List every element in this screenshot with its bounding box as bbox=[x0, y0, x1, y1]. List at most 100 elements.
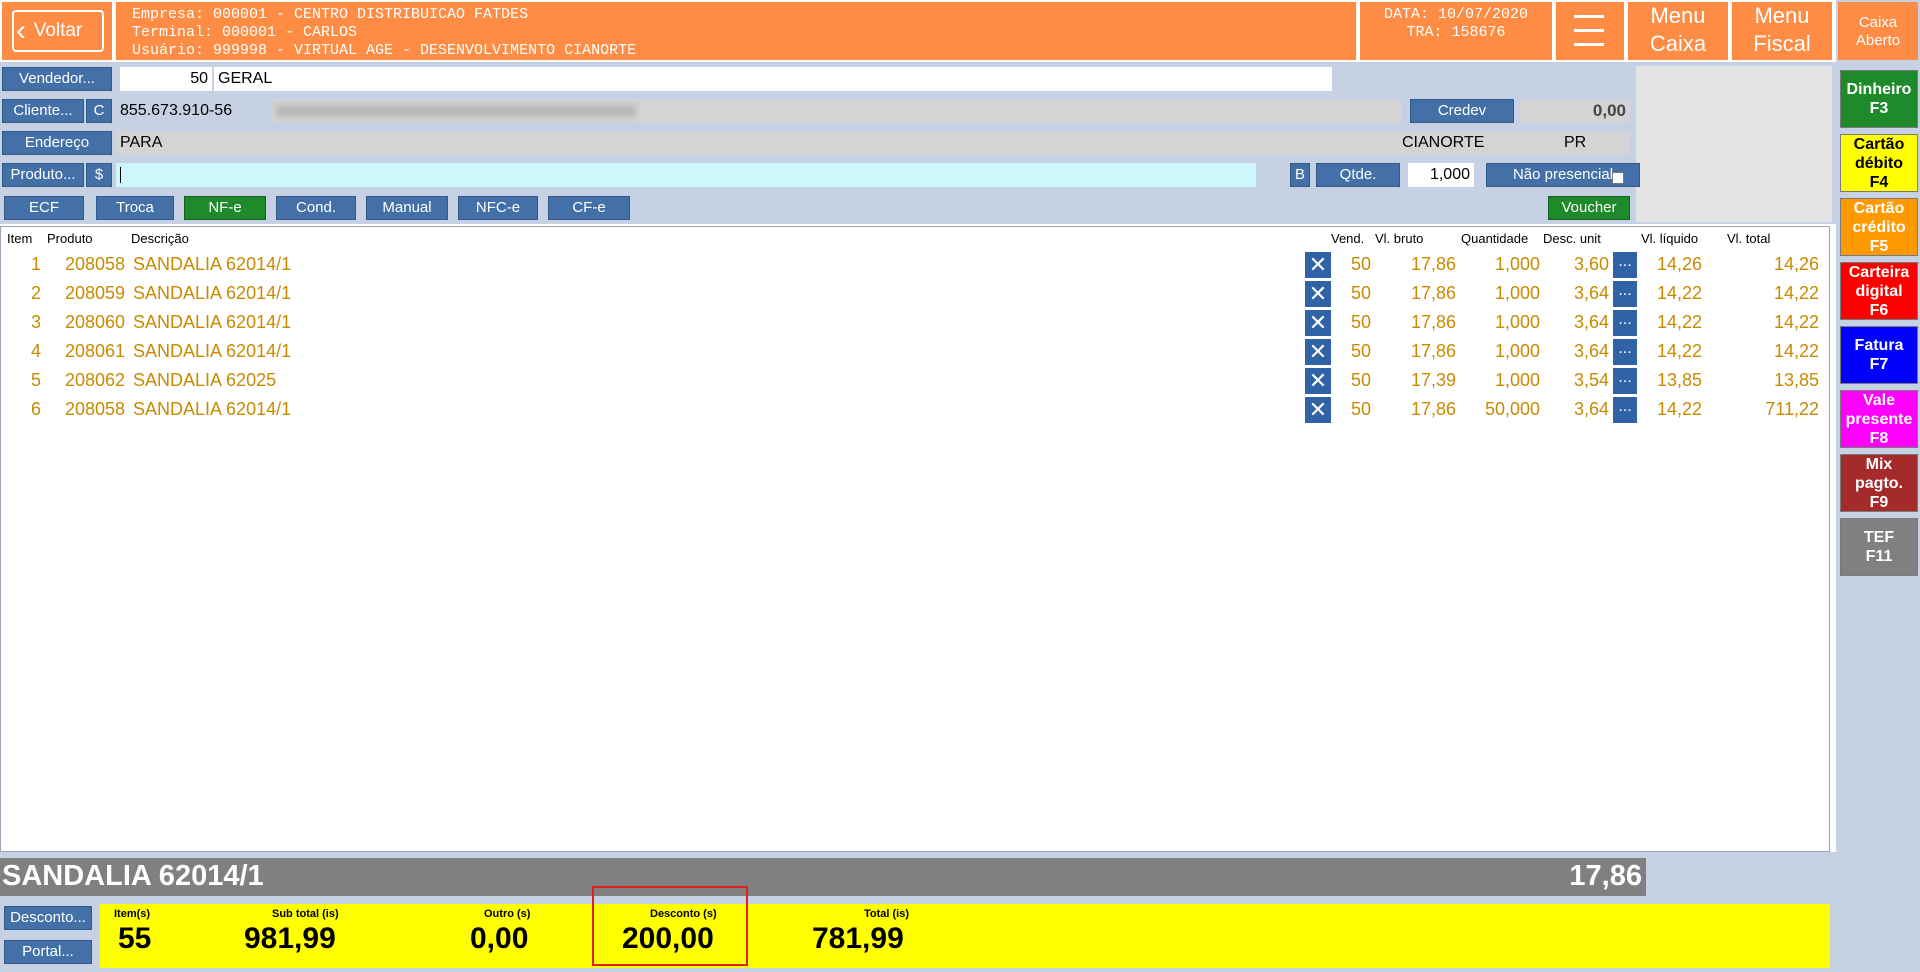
payment-button[interactable]: Carteira digital F6 bbox=[1840, 262, 1918, 320]
menu-caixa-label-1: Menu bbox=[1650, 3, 1706, 28]
item-discount-button[interactable]: ... bbox=[1613, 368, 1637, 394]
table-row[interactable]: 4 208061 SANDALIA 62014/1 50 17,86 1,000 3,64 1… bbox=[1, 338, 1831, 367]
qtde-button[interactable]: Qtde. bbox=[1316, 163, 1400, 187]
credev-button[interactable]: Credev bbox=[1410, 99, 1514, 123]
back-button-label: Voltar bbox=[33, 20, 83, 41]
produto-price-button[interactable]: $ bbox=[86, 163, 112, 187]
cell-descricao: SANDALIA 62014/1 bbox=[133, 283, 292, 303]
cell-descricao: SANDALIA 62014/1 bbox=[133, 312, 292, 332]
cell-vl-bruto: 17,86 bbox=[1410, 341, 1456, 361]
item-discount-button[interactable]: ... bbox=[1613, 281, 1637, 307]
payment-button-label: F7 bbox=[1869, 356, 1889, 373]
remove-item-icon[interactable]: ✕ bbox=[1305, 252, 1331, 278]
tra-line: TRA: 158676 bbox=[1406, 24, 1506, 41]
terminal-line: Terminal: 000001 - CARLOS bbox=[132, 24, 358, 41]
total-label: Total (is) bbox=[864, 908, 910, 920]
hamburger-menu-button[interactable] bbox=[1556, 2, 1624, 60]
cliente-name-field bbox=[272, 99, 1402, 123]
outro-label: Outro (s) bbox=[484, 908, 531, 920]
company-line: Empresa: 000001 - CENTRO DISTRIBUICAO FA… bbox=[132, 6, 529, 23]
cell-vl-liquido: 14,26 bbox=[1656, 254, 1702, 274]
doc-type-button[interactable]: NFC-e bbox=[458, 196, 538, 220]
produto-input[interactable] bbox=[116, 163, 1256, 187]
cell-quantidade: 1,000 bbox=[1494, 370, 1540, 390]
vendedor-button[interactable]: Vendedor... bbox=[2, 67, 112, 91]
menu-caixa-button[interactable]: Menu Caixa bbox=[1628, 2, 1728, 60]
doc-type-button[interactable]: CF-e bbox=[548, 196, 630, 220]
doc-type-button[interactable]: Cond. bbox=[276, 196, 356, 220]
desconto-button[interactable]: Desconto... bbox=[4, 906, 92, 930]
payment-button-label: Mix bbox=[1865, 455, 1893, 473]
cliente-document: 855.673.910-56 bbox=[120, 102, 233, 119]
cell-produto: 208058 bbox=[65, 254, 126, 274]
table-row[interactable]: 6 208058 SANDALIA 62014/1 50 17,86 50,000 3,64… bbox=[1, 396, 1831, 425]
payment-button[interactable]: Cartão débito F4 bbox=[1840, 134, 1918, 192]
cell-vend: 50 bbox=[1351, 312, 1372, 332]
cell-desc-unit: 3,64 bbox=[1573, 312, 1609, 332]
date-line: DATA: 10/07/2020 bbox=[1383, 6, 1529, 23]
payment-button[interactable]: Vale presente F8 bbox=[1840, 390, 1918, 448]
hamburger-icon-bar bbox=[1574, 29, 1604, 32]
portal-button[interactable]: Portal... bbox=[4, 940, 92, 964]
cell-item: 2 bbox=[30, 283, 41, 303]
payment-button-label: F6 bbox=[1869, 301, 1889, 319]
doc-type-button[interactable]: Manual bbox=[366, 196, 448, 220]
doc-type-button[interactable]: NF-e bbox=[184, 196, 266, 220]
cell-desc-unit: 3,64 bbox=[1573, 341, 1609, 361]
remove-item-icon[interactable]: ✕ bbox=[1305, 281, 1331, 307]
payment-button-label: Carteira bbox=[1848, 263, 1910, 281]
cell-vl-total: 711,22 bbox=[1765, 399, 1819, 419]
remove-item-icon[interactable]: ✕ bbox=[1305, 339, 1331, 365]
table-row[interactable]: 2 208059 SANDALIA 62014/1 50 17,86 1,000 3,64 1… bbox=[1, 280, 1831, 309]
back-button[interactable]: ‹ Voltar bbox=[12, 10, 104, 52]
cliente-button[interactable]: Cliente... bbox=[2, 99, 84, 123]
hamburger-icon-bar bbox=[1574, 43, 1604, 46]
table-row[interactable]: 3 208060 SANDALIA 62014/1 50 17,86 1,000 3,64 1… bbox=[1, 309, 1831, 338]
date-panel: DATA: 10/07/2020 TRA: 158676 bbox=[1360, 2, 1552, 60]
produto-button[interactable]: Produto... bbox=[2, 163, 84, 187]
cliente-c-button[interactable]: C bbox=[86, 99, 112, 123]
endereco-field: PARA bbox=[116, 131, 1398, 155]
item-discount-button[interactable]: ... bbox=[1613, 310, 1637, 336]
remove-item-icon[interactable]: ✕ bbox=[1305, 368, 1331, 394]
menu-fiscal-button[interactable]: Menu Fiscal bbox=[1732, 2, 1832, 60]
table-row[interactable]: 5 208062 SANDALIA 62025 50 17,39 1,000 3,54 13,… bbox=[1, 367, 1831, 396]
doc-type-button[interactable]: ECF bbox=[4, 196, 84, 220]
payment-button[interactable]: TEF F11 bbox=[1840, 518, 1918, 576]
payment-button-label: presente bbox=[1845, 410, 1913, 428]
table-row[interactable]: 1 208058 SANDALIA 62014/1 50 17,86 1,000 3,60 1… bbox=[1, 251, 1831, 280]
payment-button[interactable]: Fatura F7 bbox=[1840, 326, 1918, 384]
remove-item-icon[interactable]: ✕ bbox=[1305, 310, 1331, 336]
session-info: Empresa: 000001 - CENTRO DISTRIBUICAO FA… bbox=[116, 2, 1356, 60]
payment-button[interactable]: Cartão crédito F5 bbox=[1840, 198, 1918, 256]
doc-type-button[interactable]: Troca bbox=[96, 196, 174, 220]
cell-produto: 208060 bbox=[65, 312, 126, 332]
remove-item-icon[interactable]: ✕ bbox=[1305, 397, 1331, 423]
text-cursor bbox=[120, 166, 121, 183]
vendedor-code-field[interactable]: 50 bbox=[120, 67, 212, 91]
payment-button[interactable]: Mix pagto. F9 bbox=[1840, 454, 1918, 512]
item-discount-button[interactable]: ... bbox=[1613, 397, 1637, 423]
cell-item: 4 bbox=[30, 341, 41, 361]
header-vl-bruto: Vl. bruto bbox=[1375, 231, 1424, 246]
item-discount-button[interactable]: ... bbox=[1613, 252, 1637, 278]
qtde-field[interactable]: 1,000 bbox=[1408, 163, 1474, 187]
header-descricao: Descrição bbox=[131, 231, 189, 246]
item-discount-button[interactable]: ... bbox=[1613, 339, 1637, 365]
cell-quantidade: 1,000 bbox=[1494, 341, 1540, 361]
payment-button[interactable]: Dinheiro F3 bbox=[1840, 70, 1918, 128]
endereco-button[interactable]: Endereço bbox=[2, 131, 112, 155]
header-vl-total: Vl. total bbox=[1727, 231, 1771, 246]
barcode-b-button[interactable]: B bbox=[1290, 163, 1310, 187]
cell-vl-liquido: 14,22 bbox=[1656, 399, 1702, 419]
menu-caixa-label-2: Caixa bbox=[1649, 31, 1707, 56]
nao-presencial-checkbox[interactable] bbox=[1612, 172, 1624, 184]
voucher-button[interactable]: Voucher bbox=[1548, 196, 1630, 220]
cell-item: 5 bbox=[30, 370, 41, 390]
cell-descricao: SANDALIA 62014/1 bbox=[133, 341, 292, 361]
header-vl-liquido: Vl. líquido bbox=[1641, 231, 1699, 246]
vendedor-name-field: GERAL bbox=[214, 67, 1332, 91]
hamburger-icon-bar bbox=[1574, 15, 1604, 18]
payment-button-label: Vale bbox=[1862, 391, 1896, 409]
cell-vl-total: 14,26 bbox=[1773, 254, 1819, 274]
